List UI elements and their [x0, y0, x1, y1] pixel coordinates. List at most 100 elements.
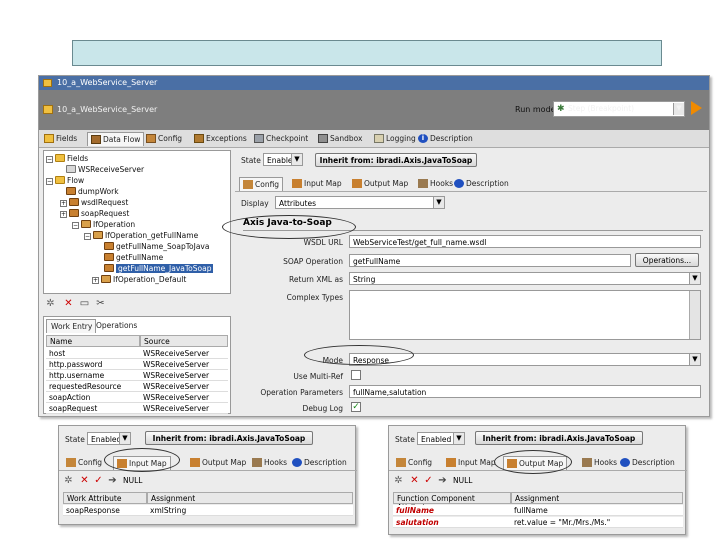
table-row-source[interactable]: WSReceiveServer — [140, 348, 228, 359]
collapse-icon[interactable]: − — [84, 233, 91, 240]
input-map-icon — [446, 458, 456, 467]
tab-input-map[interactable]: Input Map — [289, 177, 345, 191]
arrow-icon[interactable]: ➔ — [437, 475, 448, 486]
tree-item[interactable]: getFullName — [104, 253, 163, 264]
delete-icon[interactable]: ✕ — [63, 298, 74, 309]
tree-item[interactable]: − Fields — [46, 154, 88, 165]
check-icon[interactable]: ✓ — [423, 475, 434, 486]
runmode-select[interactable]: ✱ Step (Breakpoint) ▼ — [553, 101, 685, 117]
tab-description[interactable]: Description — [289, 456, 350, 470]
tree-item-selected[interactable]: getFullName_JavaToSoap — [104, 264, 214, 275]
copy-icon[interactable]: ▭ — [79, 298, 90, 309]
settings-icon[interactable]: ✲ — [63, 475, 74, 486]
cut-icon[interactable]: ✂ — [95, 298, 106, 309]
chevron-down-icon: ▼ — [291, 154, 302, 165]
tree-item[interactable]: − Flow — [46, 176, 84, 187]
tab-hooks[interactable]: Hooks — [249, 456, 290, 470]
expand-icon[interactable]: + — [60, 211, 67, 218]
tree-item[interactable]: dumpWork — [66, 187, 119, 198]
tree-item[interactable]: + IfOperation_Default — [92, 275, 186, 286]
tab-description[interactable]: Description — [451, 177, 512, 191]
state-select[interactable]: Enabled ▼ — [263, 153, 303, 166]
tree-item[interactable]: WSReceiveServer — [66, 165, 144, 176]
check-icon[interactable]: ✓ — [93, 475, 104, 486]
tab-config[interactable]: Config — [239, 177, 284, 191]
tab-output-map[interactable]: Output Map — [349, 177, 411, 191]
tab-output-map[interactable]: Output Map — [187, 456, 249, 470]
state-select[interactable]: Enabled ▼ — [87, 432, 131, 445]
run-icon[interactable] — [691, 101, 702, 115]
tab-input-map[interactable]: Input Map — [443, 456, 499, 470]
tab-work-entry[interactable]: Work Entry — [46, 319, 97, 333]
scrollbar[interactable] — [689, 291, 700, 339]
table-row-source[interactable]: WSReceiveServer — [140, 370, 228, 381]
table-row-source[interactable]: WSReceiveServer — [140, 381, 228, 392]
settings-icon[interactable]: ✲ — [45, 298, 56, 309]
column-header-assignment[interactable]: Assignment — [147, 492, 353, 504]
column-header-function-attribute[interactable]: Function Component Attribute — [393, 492, 511, 512]
collapse-icon[interactable]: − — [46, 156, 53, 163]
tree-item[interactable]: + soapRequest — [60, 209, 129, 220]
tree-item[interactable]: getFullName_SoapToJava — [104, 242, 209, 253]
tab-fields[interactable]: Fields — [41, 132, 80, 146]
tab-hooks[interactable]: Hooks — [415, 177, 456, 191]
arrow-icon[interactable]: ➔ — [107, 475, 118, 486]
table-row-attr[interactable]: fullName — [393, 505, 511, 516]
complex-types-area[interactable] — [349, 290, 701, 340]
collapse-icon[interactable]: − — [46, 178, 53, 185]
inherit-button[interactable]: Inherit from: ibradi.Axis.JavaToSoap — [145, 431, 313, 445]
column-header-assignment[interactable]: Assignment — [511, 492, 683, 504]
wsdl-url-field[interactable]: WebServiceTest/get_full_name.wsdl — [349, 235, 701, 248]
tree-item[interactable]: − IfOperation_getFullName — [84, 231, 198, 242]
table-row-name[interactable]: host — [46, 348, 140, 359]
tab-config[interactable]: Config — [63, 456, 105, 470]
soap-operation-field[interactable]: getFullName — [349, 254, 631, 267]
tab-operations[interactable]: Operations — [92, 319, 140, 333]
operations-button[interactable]: Operations... — [635, 253, 699, 267]
state-select[interactable]: Enabled ▼ — [417, 432, 465, 445]
tab-exceptions[interactable]: Exceptions — [191, 132, 250, 146]
settings-icon[interactable]: ✲ — [393, 475, 404, 486]
table-row-source[interactable]: WSReceiveServer — [140, 359, 228, 370]
column-header-work-attribute[interactable]: Work Attribute — [63, 492, 147, 504]
inherit-button[interactable]: Inherit from: ibradi.Axis.JavaToSoap — [475, 431, 643, 445]
tab-config[interactable]: Config — [393, 456, 435, 470]
tab-description[interactable]: i Description — [415, 132, 476, 146]
table-row-value[interactable]: xmlString — [147, 505, 353, 516]
table-row-attr[interactable]: salutation — [393, 517, 511, 528]
expand-icon[interactable]: + — [60, 200, 67, 207]
use-multi-ref-checkbox[interactable] — [351, 370, 361, 380]
expand-icon[interactable]: + — [92, 277, 99, 284]
display-select[interactable]: Attributes ▼ — [275, 196, 445, 209]
tree-item[interactable]: + wsdlRequest — [60, 198, 128, 209]
tree-toolbar: ✲ ✕ ▭ ✂ — [43, 296, 231, 312]
tab-logging[interactable]: Logging — [371, 132, 419, 146]
tab-sandbox[interactable]: Sandbox — [315, 132, 365, 146]
delete-icon[interactable]: ✕ — [409, 475, 420, 486]
tree-item[interactable]: − IfOperation — [72, 220, 135, 231]
tab-data-flow[interactable]: Data Flow — [87, 132, 145, 146]
delete-icon[interactable]: ✕ — [79, 475, 90, 486]
column-header-source[interactable]: Source — [140, 335, 228, 347]
display-label: Display — [241, 199, 269, 208]
collapse-icon[interactable]: − — [72, 222, 79, 229]
tab-description[interactable]: Description — [617, 456, 678, 470]
table-row-attr[interactable]: soapResponse — [63, 505, 147, 516]
table-row-name[interactable]: requestedResource — [46, 381, 140, 392]
table-row-name[interactable]: soapAction — [46, 392, 140, 403]
table-row-source[interactable]: WSReceiveServer — [140, 403, 228, 414]
operation-parameters-field[interactable]: fullName,salutation — [349, 385, 701, 398]
tab-config[interactable]: Config — [143, 132, 185, 146]
table-row-name[interactable]: http.password — [46, 359, 140, 370]
table-row-name[interactable]: soapRequest — [46, 403, 140, 414]
tab-checkpoint[interactable]: Checkpoint — [251, 132, 311, 146]
table-row-value[interactable]: ret.value = "Mr./Mrs./Ms." — [511, 517, 683, 528]
tab-hooks[interactable]: Hooks — [579, 456, 620, 470]
inherit-button[interactable]: Inherit from: ibradi.Axis.JavaToSoap — [315, 153, 477, 167]
debug-log-checkbox[interactable]: ✓ — [351, 402, 361, 412]
table-row-name[interactable]: http.username — [46, 370, 140, 381]
column-header-name[interactable]: Name — [46, 335, 140, 347]
table-row-source[interactable]: WSReceiveServer — [140, 392, 228, 403]
table-row-value[interactable]: fullName — [511, 505, 683, 516]
return-xml-select[interactable]: String ▼ — [349, 272, 701, 285]
